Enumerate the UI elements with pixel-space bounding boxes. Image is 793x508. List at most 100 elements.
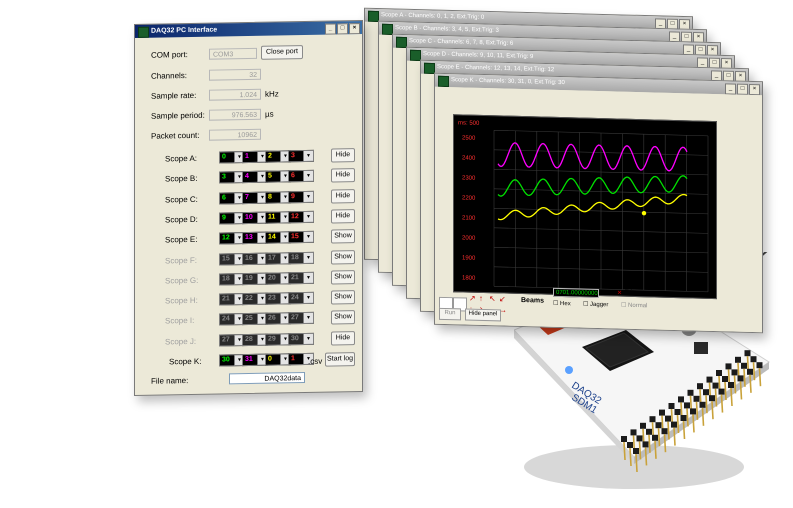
pan-arrow-icon[interactable]: ↙ [499, 294, 506, 303]
trigger-marker[interactable] [641, 210, 647, 216]
close-button[interactable]: × [749, 83, 760, 96]
scope-visibility-button[interactable]: Hide [331, 209, 355, 224]
pan-arrow-icon[interactable]: ↗ [469, 294, 476, 303]
channel-value: 27 [222, 336, 230, 344]
channel-value: 1 [291, 355, 295, 363]
y-tick-label: 2300 [462, 175, 476, 181]
scope-row-label: Scope F: [165, 255, 198, 265]
channel-select[interactable]: 3 ▼ [288, 149, 314, 163]
main-titlebar[interactable]: DAQ32 PC Interface _ □ × [135, 21, 362, 38]
close-button[interactable]: × [349, 23, 360, 35]
scope-row-label: Scope C: [165, 194, 198, 205]
channel-select[interactable]: 12 ▼ [288, 210, 314, 224]
channel-value: 3 [291, 152, 295, 160]
dropdown-arrow-icon[interactable]: ▼ [303, 150, 313, 162]
header-pin [705, 395, 708, 414]
dropdown-arrow-icon[interactable]: ▼ [303, 313, 313, 324]
scope-window-title: Scope E - Channels: 12, 13, 14, Ext.Trig… [437, 64, 555, 74]
channel-value: 6 [222, 193, 226, 202]
status-led [565, 366, 573, 374]
header-block [756, 362, 763, 369]
scope-visibility-button[interactable]: Show [331, 269, 355, 285]
packet-count-label: Packet count: [151, 130, 200, 141]
channel-select[interactable]: 24 ▼ [288, 291, 314, 305]
hide-panel-button[interactable]: Hide panel [465, 308, 501, 322]
scope-visibility-button[interactable]: Show [331, 310, 355, 325]
dropdown-arrow-icon[interactable]: ▼ [303, 252, 313, 263]
dropdown-arrow-icon[interactable]: ▼ [303, 232, 313, 243]
header-block [665, 415, 671, 422]
channel-value: 20 [268, 274, 276, 282]
channel-value: 29 [268, 335, 276, 343]
normal-checkbox[interactable]: ☐ Normal [621, 302, 647, 310]
header-pin [648, 434, 651, 453]
header-block [737, 375, 744, 382]
header-pin [638, 441, 642, 460]
maximize-button[interactable]: □ [337, 23, 348, 35]
run-button[interactable]: Run [439, 307, 461, 321]
scope-visibility-button[interactable]: Hide [331, 188, 355, 204]
daq32-main-window: DAQ32 PC Interface _ □ × COM port: COM3 … [134, 20, 363, 396]
header-block [642, 441, 649, 448]
scope-body: ms: 500 2500 2400 2300 2200 2100 2000 1900 1800 ↗… [435, 86, 762, 333]
channel-select[interactable]: 18 ▼ [288, 251, 314, 264]
header-pin [739, 381, 743, 400]
header-pin [676, 414, 680, 434]
dropdown-arrow-icon[interactable]: ▼ [303, 292, 313, 304]
scope-visibility-button[interactable]: Hide [331, 148, 355, 163]
channel-value: 0 [268, 355, 272, 363]
scope-visibility-button[interactable]: Hide [331, 168, 355, 183]
pan-arrow-icon[interactable]: ↑ [479, 294, 483, 303]
channel-select[interactable]: 21 ▼ [288, 271, 314, 285]
header-pin [623, 441, 626, 461]
file-name-label: File name: [151, 376, 189, 386]
y-tick-label: 2100 [462, 215, 476, 221]
jagger-checkbox[interactable]: ☐ Jagger [583, 301, 608, 309]
header-block [655, 422, 662, 429]
header-block [712, 382, 719, 389]
start-log-button[interactable]: Start log [325, 352, 355, 367]
channel-value: 18 [222, 275, 230, 283]
scope-visibility-button[interactable]: Show [331, 249, 355, 265]
channel-value: 17 [268, 254, 276, 262]
dropdown-arrow-icon[interactable]: ▼ [303, 191, 313, 202]
channel-value: 9 [291, 192, 295, 200]
header-block [728, 382, 734, 388]
channel-value: 11 [268, 213, 276, 221]
channel-value: 28 [245, 335, 253, 343]
dropdown-arrow-icon[interactable]: ▼ [303, 171, 313, 182]
scope-row-label: Scope B: [165, 174, 198, 184]
minimize-button[interactable]: _ [325, 23, 336, 35]
channel-select[interactable]: 6 ▼ [288, 170, 314, 183]
scope-visibility-button[interactable]: Show [331, 229, 355, 244]
file-name-input[interactable]: DAQ32data [229, 372, 305, 385]
scope-window[interactable]: Scope K - Channels: 30, 31, 0, Ext.Trig:… [434, 72, 763, 334]
channel-value: 3 [222, 173, 226, 181]
y-tick-label: 1900 [462, 255, 476, 261]
header-pin [724, 381, 727, 401]
close-port-button[interactable]: Close port [261, 45, 303, 60]
scope-row-label: Scope H: [165, 295, 198, 306]
channel-select[interactable]: 15 ▼ [288, 231, 314, 244]
dropdown-arrow-icon[interactable]: ▼ [303, 211, 313, 222]
pan-arrow-icon[interactable]: ↖ [489, 294, 496, 303]
header-pin [758, 368, 762, 387]
dropdown-arrow-icon[interactable]: ▼ [303, 333, 313, 344]
header-pin [667, 421, 670, 440]
minimize-button[interactable]: _ [725, 83, 736, 95]
trigger-label: Trigger [625, 289, 644, 297]
header-pin [730, 387, 733, 407]
com-port-select[interactable]: COM3 [209, 47, 257, 60]
channel-select[interactable]: 9 ▼ [288, 190, 314, 203]
scope-visibility-button[interactable]: Hide [331, 330, 355, 346]
channel-value: 2 [268, 152, 272, 160]
maximize-button[interactable]: □ [737, 83, 748, 95]
channel-select[interactable]: 30 ▼ [288, 332, 314, 345]
scope-plot-area[interactable]: ms: 500 2500 2400 2300 2200 2100 2000 1900 1800 [453, 114, 717, 300]
header-block [659, 409, 665, 416]
channel-value: 24 [222, 315, 230, 323]
channel-select[interactable]: 27 ▼ [288, 312, 314, 325]
dropdown-arrow-icon[interactable]: ▼ [303, 272, 313, 283]
scope-visibility-button[interactable]: Show [331, 290, 355, 305]
hex-checkbox[interactable]: ☐ Hex [553, 300, 571, 307]
